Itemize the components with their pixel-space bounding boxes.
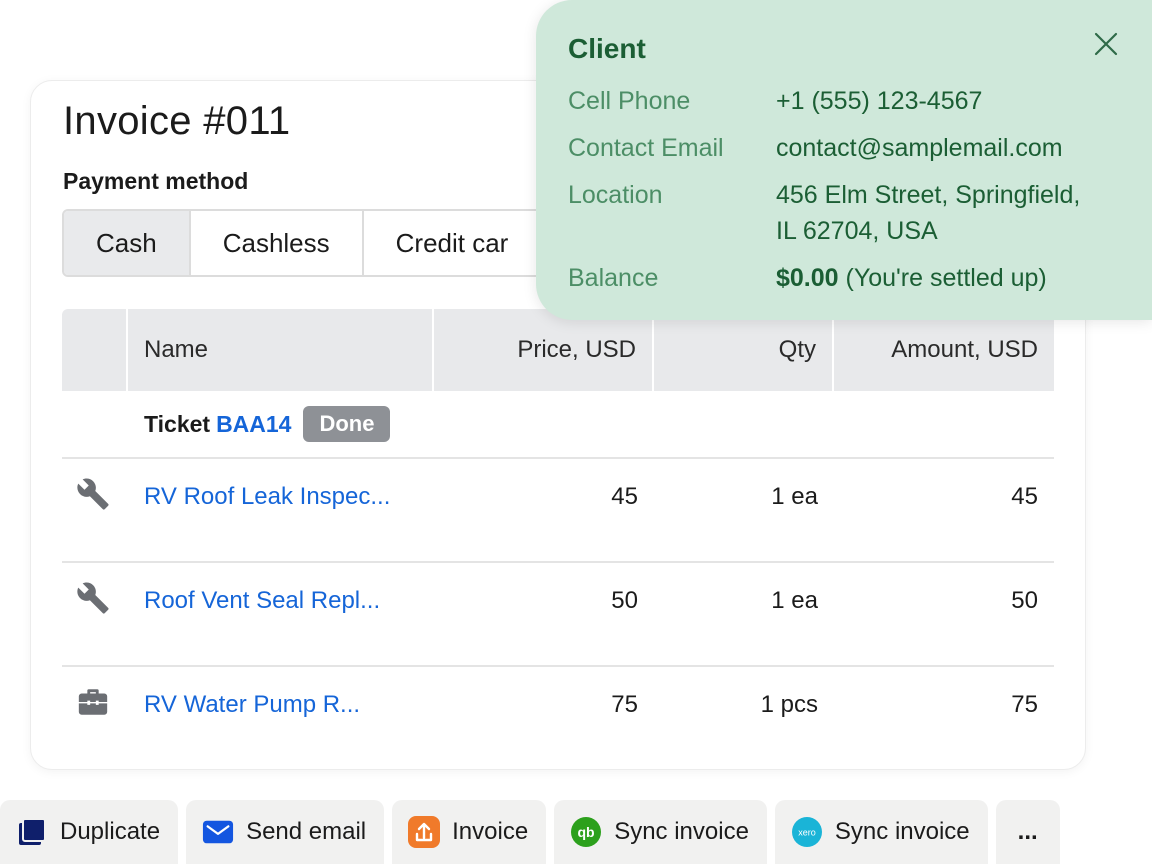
item-amount: 50 <box>1011 587 1038 614</box>
item-qty: 1 ea <box>771 587 818 614</box>
invoice-label: Invoice <box>452 818 529 845</box>
item-price: 45 <box>611 483 638 510</box>
item-amount: 45 <box>1011 483 1038 510</box>
duplicate-icon <box>16 816 48 848</box>
duplicate-label: Duplicate <box>60 818 161 845</box>
quickbooks-icon: qb <box>570 816 602 848</box>
close-icon[interactable] <box>1090 28 1122 60</box>
balance-amount: $0.00 <box>776 264 839 292</box>
send-email-button[interactable]: Send email <box>186 800 385 864</box>
invoice-title: Invoice #011 <box>63 99 291 143</box>
item-name-link[interactable]: RV Roof Leak Inspec... <box>144 483 390 511</box>
header-qty[interactable]: Qty <box>654 309 834 391</box>
payment-option-cashless[interactable]: Cashless <box>190 211 364 275</box>
payment-option-cash[interactable]: Cash <box>64 211 191 275</box>
location-value: 456 Elm Street, Springfield, IL 62704, U… <box>776 177 1080 249</box>
email-label: Contact Email <box>568 134 724 162</box>
row-icon-cell <box>62 563 128 665</box>
table-row: Roof Vent Seal Repl... 50 1 ea 50 <box>62 563 1054 667</box>
sync-xero-button[interactable]: xero Sync invoice <box>774 800 988 864</box>
email-icon <box>202 816 234 848</box>
invoice-items-table: Name Price, USD Qty Amount, USD Ticket B… <box>62 309 1054 771</box>
sync-invoice-label: Sync invoice <box>614 818 749 845</box>
item-name-link[interactable]: Roof Vent Seal Repl... <box>144 587 380 615</box>
client-popover: Client Cell Phone +1 (555) 123-4567 Cont… <box>536 0 1152 320</box>
sync-quickbooks-button[interactable]: qb Sync invoice <box>554 800 767 864</box>
item-price: 50 <box>611 587 638 614</box>
svg-text:qb: qb <box>578 824 595 840</box>
balance-note: (You're settled up) <box>838 264 1047 292</box>
item-name-link[interactable]: RV Water Pump R... <box>144 691 360 719</box>
table-row: RV Roof Leak Inspec... 45 1 ea 45 <box>62 459 1054 563</box>
header-icon-column <box>62 309 128 391</box>
ticket-group-row: Ticket BAA14 Done <box>62 391 1054 459</box>
cell-phone-label: Cell Phone <box>568 87 691 115</box>
location-line-1: 456 Elm Street, Springfield, <box>776 181 1081 209</box>
header-price[interactable]: Price, USD <box>434 309 654 391</box>
xero-icon: xero <box>791 816 823 848</box>
toolbox-icon <box>78 689 108 715</box>
send-email-label: Send email <box>246 818 367 845</box>
payment-method-selector: Cash Cashless Credit car <box>62 209 543 277</box>
balance-label: Balance <box>568 264 659 292</box>
table-header: Name Price, USD Qty Amount, USD <box>62 309 1054 391</box>
location-line-2: IL 62704, USA <box>776 217 938 245</box>
balance-value: $0.00 (You're settled up) <box>776 260 1047 296</box>
status-badge: Done <box>303 406 391 442</box>
row-icon-cell <box>62 667 128 771</box>
header-amount[interactable]: Amount, USD <box>834 309 1054 391</box>
cell-phone-value[interactable]: +1 (555) 123-4567 <box>776 83 982 119</box>
more-actions-button[interactable]: ... <box>995 800 1060 864</box>
item-price: 75 <box>611 691 638 718</box>
wrench-icon <box>77 478 109 510</box>
email-value[interactable]: contact@samplemail.com <box>776 130 1063 166</box>
row-icon-cell <box>62 459 128 561</box>
more-icon: ... <box>1017 818 1038 845</box>
ticket-label: Ticket <box>144 410 211 437</box>
item-qty: 1 pcs <box>760 691 818 718</box>
item-qty: 1 ea <box>771 483 818 510</box>
table-row: RV Water Pump R... 75 1 pcs 75 <box>62 667 1054 771</box>
invoice-export-button[interactable]: Invoice <box>392 800 547 864</box>
upload-icon <box>408 816 441 848</box>
wrench-icon <box>77 582 109 614</box>
payment-method-label: Payment method <box>63 168 249 194</box>
action-bar: Duplicate Send email Invoice qb Sync inv… <box>0 800 1060 864</box>
svg-text:xero: xero <box>798 828 816 838</box>
duplicate-button[interactable]: Duplicate <box>0 800 179 864</box>
item-amount: 75 <box>1011 691 1038 718</box>
ticket-link[interactable]: BAA14 <box>216 411 291 438</box>
client-popover-title: Client <box>568 33 646 64</box>
payment-option-credit-card[interactable]: Credit car <box>363 211 541 275</box>
header-name[interactable]: Name <box>128 309 434 391</box>
location-label: Location <box>568 181 663 209</box>
sync-invoice-label: Sync invoice <box>834 818 970 845</box>
client-details: Cell Phone +1 (555) 123-4567 Contact Ema… <box>568 86 1080 310</box>
